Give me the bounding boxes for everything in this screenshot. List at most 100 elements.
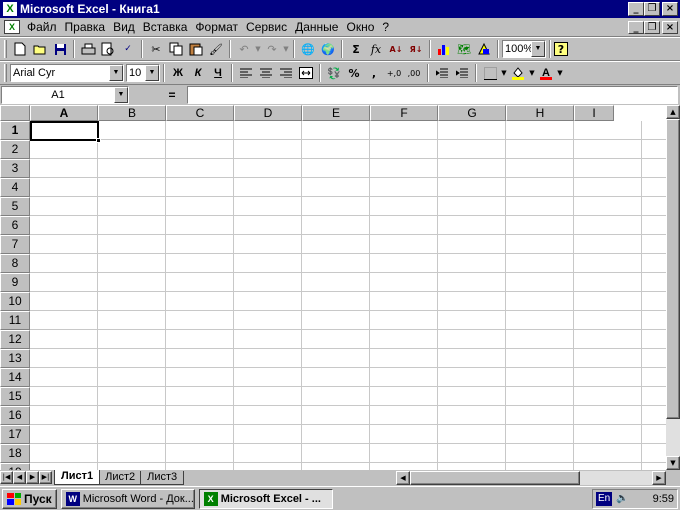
close-button[interactable]: × [662, 2, 678, 16]
formula-input[interactable] [187, 86, 678, 104]
redo-dropdown-icon[interactable]: ▼ [282, 39, 290, 59]
map-icon[interactable]: 🗺 [454, 39, 474, 59]
row-header-19[interactable]: 19 [0, 463, 30, 470]
name-box[interactable]: A1 ▼ [1, 86, 129, 104]
comma-button[interactable]: , [364, 63, 384, 83]
column-header-i[interactable]: I [574, 105, 614, 121]
workbook-restore-button[interactable]: ❐ [644, 20, 660, 34]
workbook-minimize-button[interactable]: _ [628, 20, 644, 34]
menu-view[interactable]: Вид [109, 20, 139, 34]
save-icon[interactable] [50, 39, 70, 59]
first-sheet-icon[interactable]: |◀ [0, 471, 13, 484]
align-center-icon[interactable] [256, 63, 276, 83]
minimize-button[interactable]: _ [628, 2, 644, 16]
decrease-indent-icon[interactable] [432, 63, 452, 83]
row-header-7[interactable]: 7 [0, 235, 30, 254]
task-word[interactable]: W Microsoft Word - Док... [60, 488, 195, 509]
menu-window[interactable]: Окно [342, 20, 378, 34]
print-preview-icon[interactable] [98, 39, 118, 59]
redo-icon[interactable]: ↷ [262, 39, 282, 59]
active-cell-a1[interactable] [30, 121, 99, 141]
scroll-up-icon[interactable]: ▲ [666, 105, 680, 119]
currency-icon[interactable]: 💱 [324, 63, 344, 83]
sheet-tab-1[interactable]: Лист1 [54, 470, 101, 485]
sheet-tab-3[interactable]: Лист3 [140, 471, 185, 485]
menu-tools[interactable]: Сервис [242, 20, 291, 34]
format-painter-icon[interactable]: 🖌 [206, 39, 226, 59]
undo-dropdown-icon[interactable]: ▼ [254, 39, 262, 59]
paste-function-icon[interactable]: fx [366, 39, 386, 59]
copy-icon[interactable] [166, 39, 186, 59]
merge-center-icon[interactable] [296, 63, 316, 83]
column-header-a[interactable]: A [30, 105, 98, 121]
column-header-e[interactable]: E [302, 105, 370, 121]
spelling-icon[interactable]: ✓ [118, 39, 138, 59]
borders-dropdown-icon[interactable]: ▼ [500, 63, 508, 83]
column-header-d[interactable]: D [234, 105, 302, 121]
hyperlink-icon[interactable]: 🌐 [298, 39, 318, 59]
percent-button[interactable]: % [344, 63, 364, 83]
drawing-icon[interactable] [474, 39, 494, 59]
row-header-10[interactable]: 10 [0, 292, 30, 311]
last-sheet-icon[interactable]: ▶| [39, 471, 52, 484]
workbook-icon[interactable]: X [4, 20, 20, 34]
fill-color-icon[interactable] [508, 63, 528, 83]
row-header-17[interactable]: 17 [0, 425, 30, 444]
bold-button[interactable]: Ж [168, 63, 188, 83]
edit-formula-button[interactable]: = [157, 88, 187, 102]
column-header-h[interactable]: H [506, 105, 574, 121]
new-file-icon[interactable] [10, 39, 30, 59]
decrease-decimal-icon[interactable]: ,00 [404, 63, 424, 83]
font-size-select[interactable]: 10 ▼ [126, 64, 160, 82]
menu-format[interactable]: Формат [191, 20, 242, 34]
align-left-icon[interactable] [236, 63, 256, 83]
chevron-down-icon[interactable]: ▼ [531, 41, 545, 57]
row-header-14[interactable]: 14 [0, 368, 30, 387]
align-right-icon[interactable] [276, 63, 296, 83]
horizontal-scrollbar[interactable]: ◀ ▶ [396, 470, 666, 485]
borders-icon[interactable] [480, 63, 500, 83]
fill-handle[interactable] [96, 138, 101, 143]
chevron-down-icon[interactable]: ▼ [145, 65, 159, 81]
office-assistant-icon[interactable]: ? [554, 42, 568, 56]
menu-edit[interactable]: Правка [61, 20, 110, 34]
menu-file[interactable]: Файл [23, 20, 61, 34]
prev-sheet-icon[interactable]: ◀ [13, 471, 26, 484]
row-header-13[interactable]: 13 [0, 349, 30, 368]
undo-icon[interactable]: ↶ [234, 39, 254, 59]
menu-insert[interactable]: Вставка [139, 20, 192, 34]
font-color-dropdown-icon[interactable]: ▼ [556, 63, 564, 83]
autosum-icon[interactable]: Σ [346, 39, 366, 59]
row-header-16[interactable]: 16 [0, 406, 30, 425]
start-button[interactable]: Пуск [2, 488, 57, 509]
select-all-button[interactable] [0, 105, 30, 121]
task-excel[interactable]: X Microsoft Excel - ... [198, 488, 333, 509]
worksheet-grid[interactable]: ABCDEFGHI 12345678910111213141516171819 [0, 105, 666, 470]
scroll-right-icon[interactable]: ▶ [652, 470, 666, 485]
open-folder-icon[interactable] [30, 39, 50, 59]
excel-icon[interactable]: X [3, 2, 17, 16]
menu-data[interactable]: Данные [291, 20, 342, 34]
row-header-4[interactable]: 4 [0, 178, 30, 197]
underline-button[interactable]: Ч [208, 63, 228, 83]
row-header-3[interactable]: 3 [0, 159, 30, 178]
row-header-5[interactable]: 5 [0, 197, 30, 216]
chart-wizard-icon[interactable] [434, 39, 454, 59]
column-header-g[interactable]: G [438, 105, 506, 121]
paste-icon[interactable] [186, 39, 206, 59]
print-icon[interactable] [78, 39, 98, 59]
row-header-12[interactable]: 12 [0, 330, 30, 349]
chevron-down-icon[interactable]: ▼ [109, 65, 123, 81]
row-header-6[interactable]: 6 [0, 216, 30, 235]
row-header-11[interactable]: 11 [0, 311, 30, 330]
zoom-select[interactable]: 100% ▼ [502, 40, 546, 58]
vertical-scroll-thumb[interactable] [666, 119, 680, 419]
row-header-8[interactable]: 8 [0, 254, 30, 273]
vertical-scrollbar[interactable]: ▲ ▼ [666, 105, 680, 470]
next-sheet-icon[interactable]: ▶ [26, 471, 39, 484]
menu-help[interactable]: ? [378, 20, 393, 34]
restore-button[interactable]: ❐ [644, 2, 660, 16]
sort-descending-icon[interactable]: Я↓ [406, 39, 426, 59]
title-bar[interactable]: X Microsoft Excel - Книга1 _ ❐ × [0, 0, 680, 18]
row-header-15[interactable]: 15 [0, 387, 30, 406]
